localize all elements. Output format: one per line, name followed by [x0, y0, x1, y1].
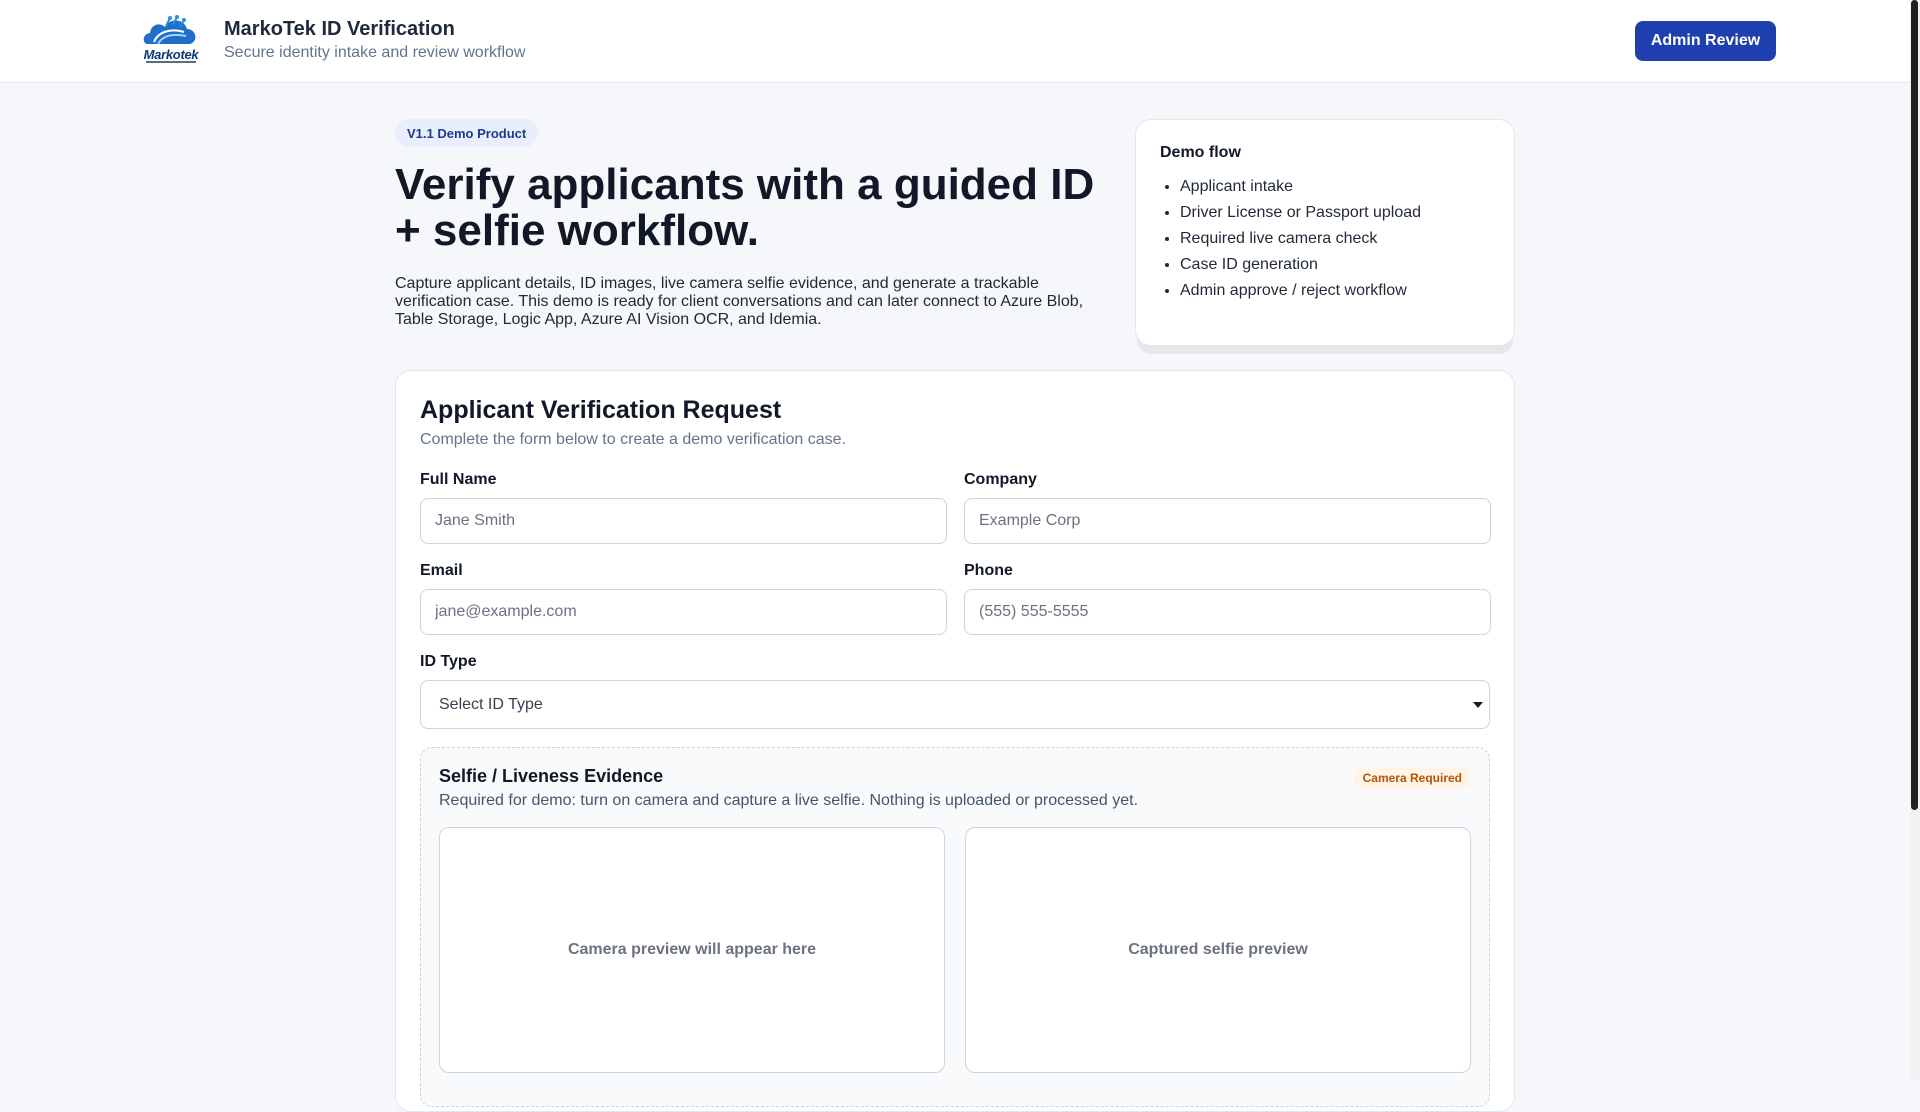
chevron-down-icon: [1473, 702, 1483, 708]
phone-input[interactable]: [964, 589, 1491, 635]
camera-required-badge: Camera Required: [1353, 767, 1471, 789]
id-type-selected-value: Select ID Type: [439, 696, 543, 713]
logo-tagline-bar: [146, 61, 196, 63]
markotek-logo[interactable]: Markotek: [140, 14, 202, 66]
form-title: Applicant Verification Request: [420, 396, 782, 424]
scrollbar-thumb[interactable]: [1911, 0, 1918, 810]
top-header: Markotek MarkoTek ID Verification Secure…: [0, 0, 1910, 83]
company-label: Company: [964, 471, 1037, 488]
app-subtitle: Secure identity intake and review workfl…: [224, 44, 526, 61]
full-name-label: Full Name: [420, 471, 497, 488]
logo-wordmark: Markotek: [143, 47, 199, 62]
selfie-title: Selfie / Liveness Evidence: [439, 766, 664, 786]
email-input[interactable]: [420, 589, 947, 635]
list-item: Required live camera check: [1180, 226, 1421, 252]
list-item: Case ID generation: [1180, 252, 1421, 278]
demo-flow-card: Demo flow Applicant intake Driver Licens…: [1135, 119, 1515, 346]
demo-flow-list: Applicant intake Driver License or Passp…: [1156, 174, 1421, 304]
email-label: Email: [420, 562, 463, 579]
hero-title: Verify applicants with a guided ID + sel…: [395, 160, 1095, 255]
full-name-input[interactable]: [420, 498, 947, 544]
list-item: Applicant intake: [1180, 174, 1421, 200]
camera-preview: Camera preview will appear here: [439, 827, 945, 1073]
captured-selfie-preview: Captured selfie preview: [965, 827, 1471, 1073]
selfie-description: Required for demo: turn on camera and ca…: [439, 792, 1139, 809]
list-item: Admin approve / reject workflow: [1180, 278, 1421, 304]
list-item: Driver License or Passport upload: [1180, 200, 1421, 226]
company-input[interactable]: [964, 498, 1491, 544]
verification-form-card: Applicant Verification Request Complete …: [395, 370, 1515, 1112]
phone-label: Phone: [964, 562, 1013, 579]
demo-flow-title: Demo flow: [1160, 144, 1241, 161]
admin-review-button[interactable]: Admin Review: [1635, 21, 1776, 61]
id-type-label: ID Type: [420, 653, 477, 670]
form-subtitle: Complete the form below to create a demo…: [420, 431, 846, 448]
hero-description: Capture applicant details, ID images, li…: [395, 275, 1084, 328]
id-type-select[interactable]: Select ID Type: [420, 680, 1490, 729]
version-badge: V1.1 Demo Product: [395, 119, 539, 147]
selfie-section: Selfie / Liveness Evidence Camera Requir…: [420, 747, 1490, 1107]
app-title: MarkoTek ID Verification: [224, 18, 455, 40]
